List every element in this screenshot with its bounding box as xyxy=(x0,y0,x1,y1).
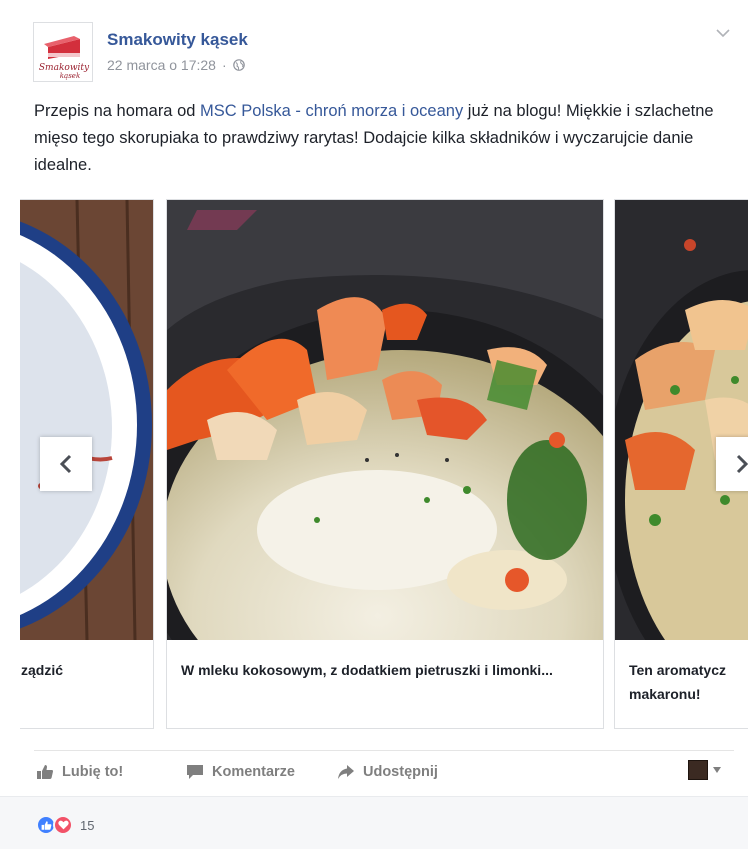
card-caption: W mleku kokosowym, z dodatkiem pietruszk… xyxy=(181,662,553,678)
globe-icon xyxy=(232,59,245,71)
card-image-plate xyxy=(20,200,153,640)
post-timestamp[interactable]: 22 marca o 17:28 xyxy=(107,57,216,73)
carousel: ządzić W mleku kokosowym, z dodatkiem pi… xyxy=(20,199,748,729)
carousel-card[interactable]: W mleku kokosowym, z dodatkiem pietruszk… xyxy=(166,199,604,729)
page-name[interactable]: Smakowity kąsek xyxy=(107,30,248,50)
post-mention-link[interactable]: MSC Polska - chroń morza i oceany xyxy=(200,102,463,120)
post-options-chevron-icon[interactable] xyxy=(715,27,731,39)
card-caption: Ten aromatycz makaronu! xyxy=(629,662,726,702)
comment-icon xyxy=(187,765,203,779)
like-label: Lubię to! xyxy=(62,764,124,780)
reactions-summary[interactable]: 15 xyxy=(36,815,94,835)
like-button[interactable]: Lubię to! xyxy=(36,764,123,780)
caret-down-icon xyxy=(713,767,721,773)
share-arrow-icon xyxy=(338,765,354,779)
chevron-left-icon xyxy=(59,454,72,474)
comment-label: Komentarze xyxy=(212,764,295,780)
share-button[interactable]: Udostępnij xyxy=(337,764,438,780)
chevron-right-icon xyxy=(736,454,748,474)
reaction-count: 15 xyxy=(80,817,95,833)
carousel-next-button[interactable] xyxy=(716,437,748,491)
card-caption: ządzić xyxy=(21,662,64,678)
carousel-prev-button[interactable] xyxy=(40,437,92,491)
card-image-lobster-pan xyxy=(167,200,603,640)
reactions-bar: 15 xyxy=(0,796,748,849)
comment-button[interactable]: Komentarze xyxy=(186,764,295,780)
svg-text:kąsek: kąsek xyxy=(60,72,80,80)
post-text: Przepis na homara od MSC Polska - chroń … xyxy=(34,98,734,179)
meta-separator: · xyxy=(221,57,227,73)
love-reaction-icon xyxy=(53,815,73,835)
page-avatar[interactable]: Smakowity kąsek xyxy=(33,22,93,82)
post-meta: 22 marca o 17:28 · xyxy=(107,57,245,73)
card-image-pasta xyxy=(615,200,748,640)
facebook-post: Smakowity kąsek Smakowity kąsek 22 marca… xyxy=(0,0,748,849)
thumbs-up-icon xyxy=(37,765,53,779)
profile-thumbnail xyxy=(688,760,708,780)
post-as-selector[interactable] xyxy=(688,760,722,780)
cake-logo-icon: Smakowity kąsek xyxy=(34,23,92,81)
action-divider xyxy=(34,750,734,751)
post-text-part1: Przepis na homara od xyxy=(34,102,201,120)
share-label: Udostępnij xyxy=(363,764,438,780)
